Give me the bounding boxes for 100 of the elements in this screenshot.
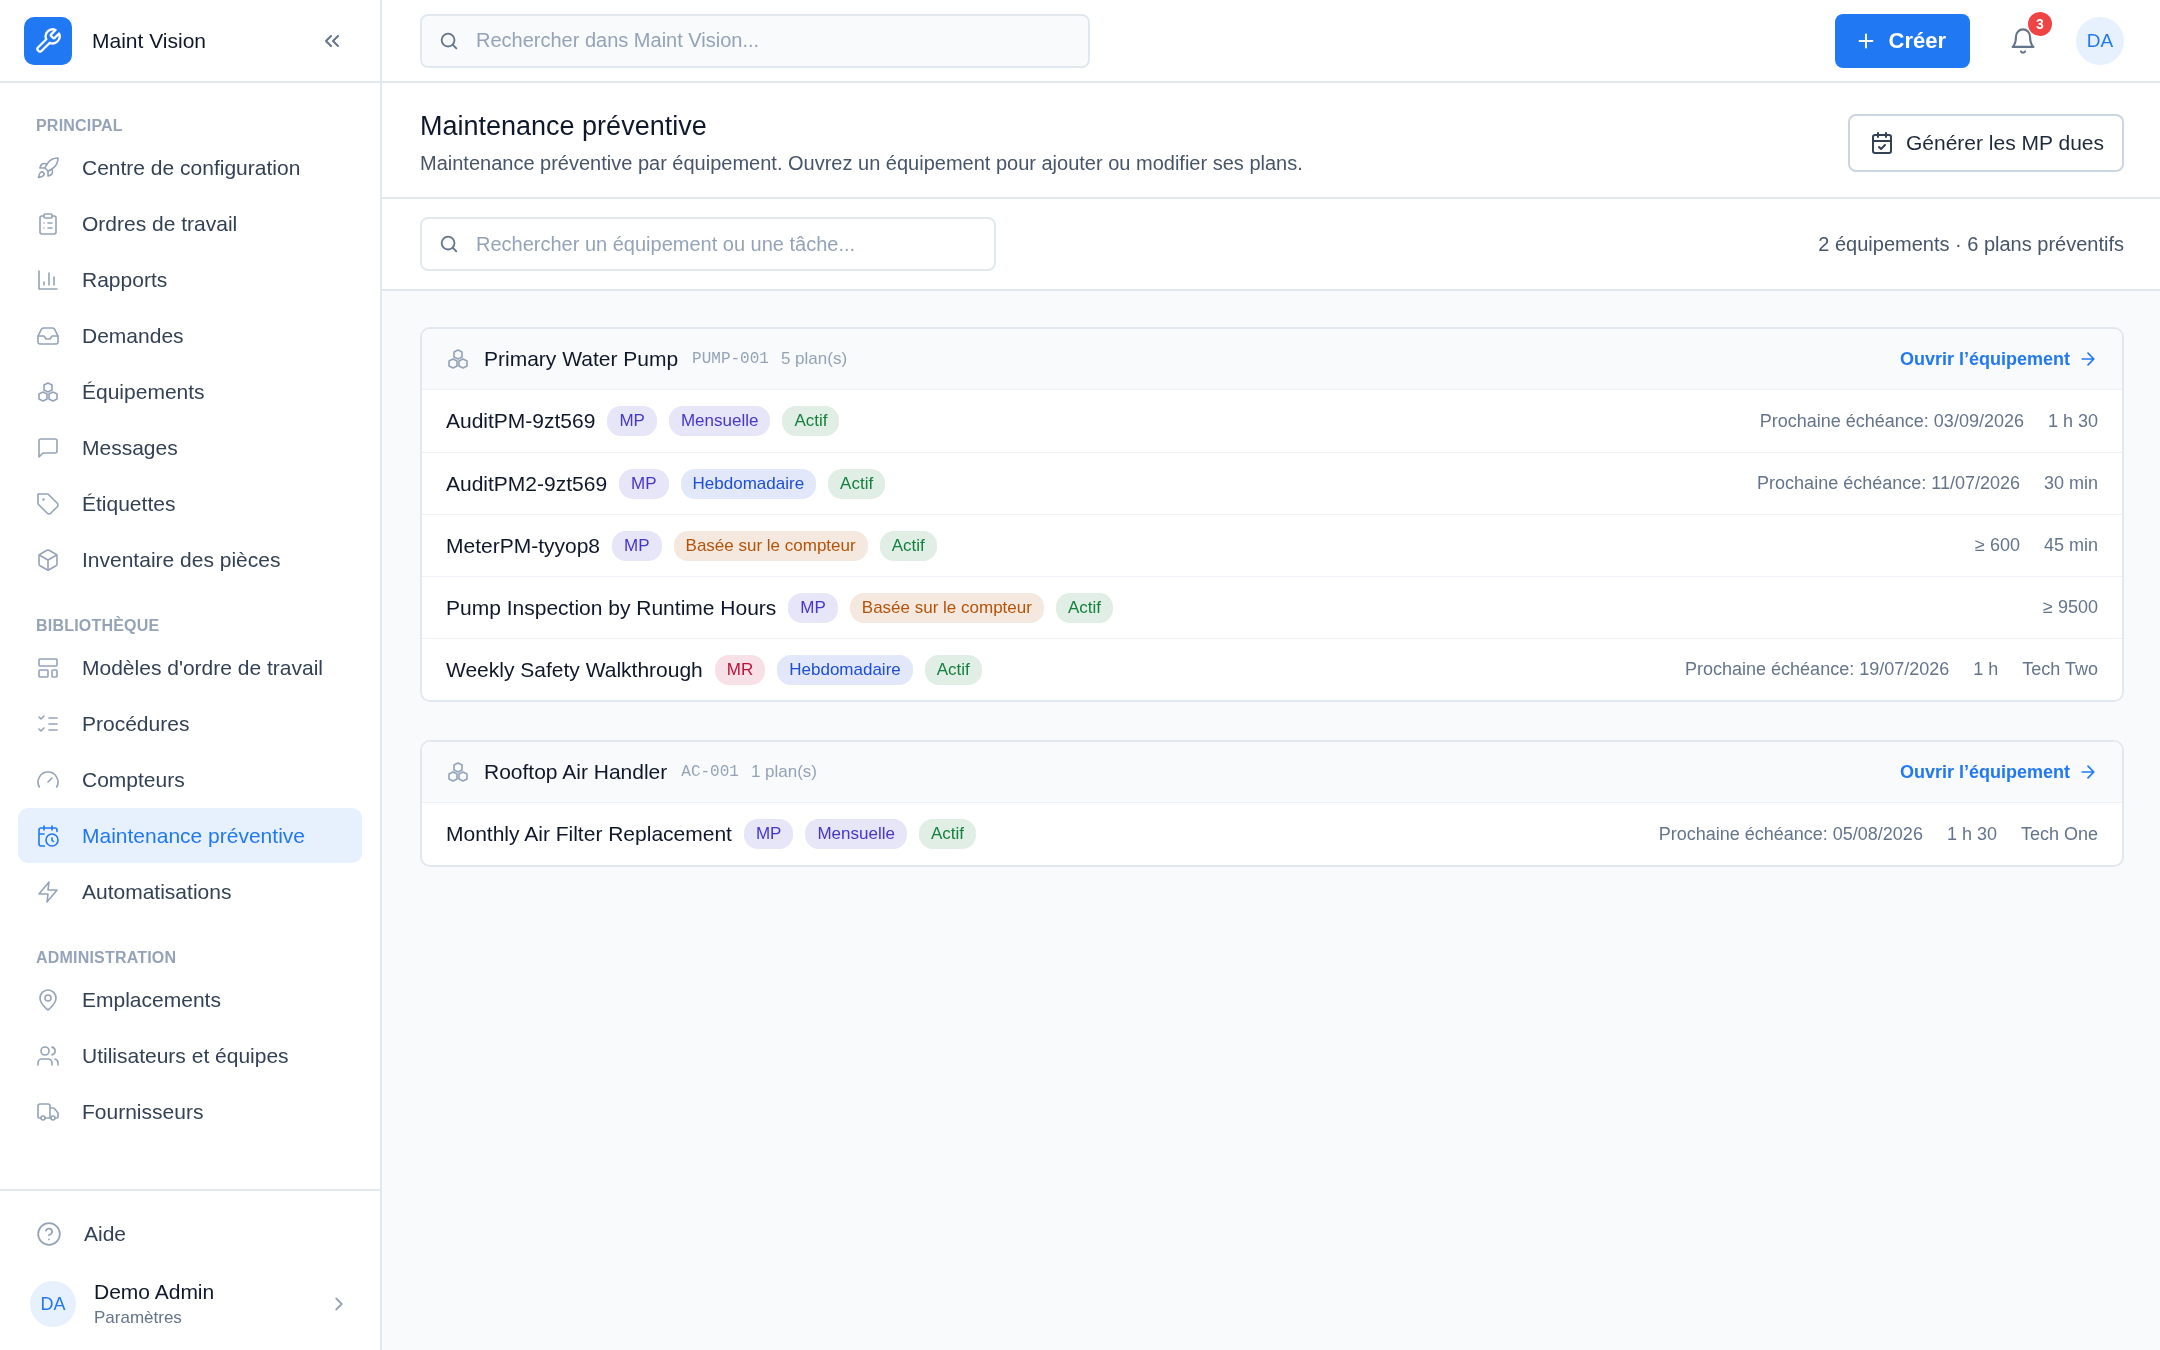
plan-tag: Basée sur le compteur [673, 530, 868, 561]
plan-detail: Prochaine échéance: 05/08/2026 [1658, 823, 1923, 845]
search-field[interactable]: Rechercher un équipement ou une tâche... [420, 217, 996, 271]
plan-detail: ≥ 9500 [2043, 597, 2098, 618]
sidebar-item[interactable]: Maintenance préventive [18, 808, 362, 863]
plan-detail: 1 h 30 [1946, 823, 1997, 845]
rocket-icon [36, 155, 60, 180]
plan-name: AuditPM-9zt569 [446, 409, 596, 433]
plan-tag: MP [612, 530, 662, 561]
equipment-name: Primary Water Pump [484, 347, 679, 371]
plan-detail: 30 min [2043, 473, 2098, 494]
user-name: Demo Admin [94, 1280, 216, 1304]
open-equipment-link[interactable]: Ouvrir l’équipement [1899, 761, 2098, 783]
generate-button[interactable]: Générer les MP dues [1847, 114, 2124, 172]
sidebar-item[interactable]: Procédures [18, 696, 362, 751]
plan-tag: MP [743, 819, 794, 849]
section-label: PRINCIPAL [35, 116, 124, 136]
plan-tag: Hebdomadaire [777, 654, 913, 685]
plan-tag: Actif [924, 654, 982, 685]
plan-row[interactable]: MeterPM-tyyop8 MP Basée sur le compteur Actif ≥ 600 45 min [422, 514, 2122, 576]
plan-tag: MP [607, 406, 657, 436]
sidebar-item[interactable]: Automatisations [18, 864, 362, 919]
sidebar-item[interactable]: Utilisateurs et équipes [18, 1028, 362, 1083]
plan-tag: MR [714, 654, 766, 685]
calendar-clock-icon [36, 823, 60, 848]
plan-row[interactable]: Weekly Safety Walkthrough MR Hebdomadaire Actif Prochaine échéance: 19/07/2026 1 h Tech Two [422, 638, 2122, 700]
plan-detail: ≥ 600 [1975, 535, 2020, 556]
sidebar-item[interactable]: Centre de configuration [18, 140, 362, 195]
sidebar-item[interactable]: Modèles d'ordre de travail [18, 640, 362, 695]
boxes-icon [446, 347, 470, 371]
sidebar-item[interactable]: Ordres de travail [18, 196, 362, 251]
users-icon [36, 1043, 60, 1068]
user-avatar[interactable]: DA [2076, 16, 2124, 65]
plan-detail: 1 h 30 [2047, 410, 2098, 432]
package-icon [36, 547, 60, 572]
notification-count: 3 [2028, 11, 2052, 36]
plan-detail: 45 min [2043, 535, 2098, 556]
create-button[interactable]: Créer [1834, 13, 1970, 68]
plan-row[interactable]: AuditPM2-9zt569 MP Hebdomadaire Actif Prochaine échéance: 11/07/2026 30 min [422, 452, 2122, 514]
help-item[interactable]: Aide [18, 1206, 362, 1261]
user-menu[interactable]: DA Demo Admin Paramètres [18, 1262, 362, 1328]
plan-tag: Actif [828, 468, 886, 499]
sidebar-item[interactable]: Emplacements [18, 972, 362, 1027]
plan-row[interactable]: Monthly Air Filter Replacement MP Mensuelle Actif Prochaine échéance: 05/08/2026 1 h 30 Tech One [422, 803, 2122, 865]
plan-detail: 1 h [1973, 659, 1999, 680]
calendar-check-icon [1869, 131, 1894, 155]
plan-tag: MP [788, 592, 838, 623]
wrench-logo-icon [24, 16, 72, 65]
plan-count: 1 plan(s) [750, 762, 818, 782]
plan-name: Weekly Safety Walkthrough [446, 657, 703, 682]
plan-tag: Actif [1055, 592, 1113, 623]
section-label: BIBLIOTHÈQUE [35, 615, 161, 636]
user-subtitle: Paramètres [94, 1308, 183, 1328]
app-name: Maint Vision [92, 28, 207, 53]
plan-detail: Prochaine échéance: 19/07/2026 [1685, 659, 1950, 680]
sidebar-item[interactable]: Messages [18, 420, 362, 475]
plan-detail: Prochaine échéance: 03/09/2026 [1759, 410, 2024, 432]
equipment-code: PUMP-001 [692, 350, 769, 368]
open-equipment-link[interactable]: Ouvrir l’équipement [1899, 348, 2098, 370]
plan-tag: Actif [918, 819, 976, 849]
plan-name: MeterPM-tyyop8 [446, 533, 601, 558]
sidebar-item[interactable]: Demandes [18, 308, 362, 363]
tag-icon [36, 491, 60, 516]
summary-text: 2 équipements · 6 plans préventifs [1818, 232, 2124, 256]
message-icon [36, 435, 60, 460]
boxes-icon [36, 379, 60, 404]
clipboard-icon [36, 211, 60, 236]
user-avatar: DA [30, 1281, 76, 1327]
lightning-icon [36, 879, 60, 904]
sidebar-item[interactable]: Rapports [18, 252, 362, 307]
page-description: Maintenance préventive par équipement. Ouvrez un équipement pour ajouter ou modifier ses plans. [420, 152, 1304, 175]
plan-detail: Tech Two [2022, 659, 2098, 680]
search-field[interactable]: Rechercher dans Maint Vision... [420, 13, 1090, 68]
plan-detail: Tech One [2020, 823, 2098, 845]
plan-tag: Basée sur le compteur [849, 592, 1044, 623]
map-pin-icon [36, 987, 60, 1012]
equipment-name: Rooftop Air Handler [484, 760, 668, 784]
plan-name: AuditPM2-9zt569 [446, 471, 608, 496]
plan-detail: Prochaine échéance: 11/07/2026 [1757, 473, 2020, 494]
plan-row[interactable]: Pump Inspection by Runtime Hours MP Basée sur le compteur Actif ≥ 9500 [422, 576, 2122, 638]
sidebar-item[interactable]: Étiquettes [18, 476, 362, 531]
plan-name: Monthly Air Filter Replacement [446, 822, 732, 846]
plan-tag: Mensuelle [668, 406, 771, 436]
sidebar-item[interactable]: Inventaire des pièces [18, 532, 362, 587]
boxes-icon [446, 760, 470, 784]
plan-name: Pump Inspection by Runtime Hours [446, 595, 777, 620]
bar-chart-icon [36, 267, 60, 292]
plan-tag: Actif [879, 530, 937, 561]
sidebar-item[interactable]: Fournisseurs [18, 1084, 362, 1139]
bell-icon[interactable] [2009, 26, 2037, 55]
plan-tag: Actif [782, 406, 840, 436]
plan-count: 5 plan(s) [780, 349, 848, 369]
plan-row[interactable]: AuditPM-9zt569 MP Mensuelle Actif Prochaine échéance: 03/09/2026 1 h 30 [422, 390, 2122, 452]
section-label: ADMINISTRATION [35, 948, 178, 968]
plan-tag: Mensuelle [805, 819, 907, 849]
sidebar-item[interactable]: Équipements [18, 364, 362, 419]
help-icon [36, 1220, 62, 1247]
equipment-code: AC-001 [681, 763, 739, 781]
page-title: Maintenance préventive [420, 111, 708, 142]
sidebar-item[interactable]: Compteurs [18, 752, 362, 807]
